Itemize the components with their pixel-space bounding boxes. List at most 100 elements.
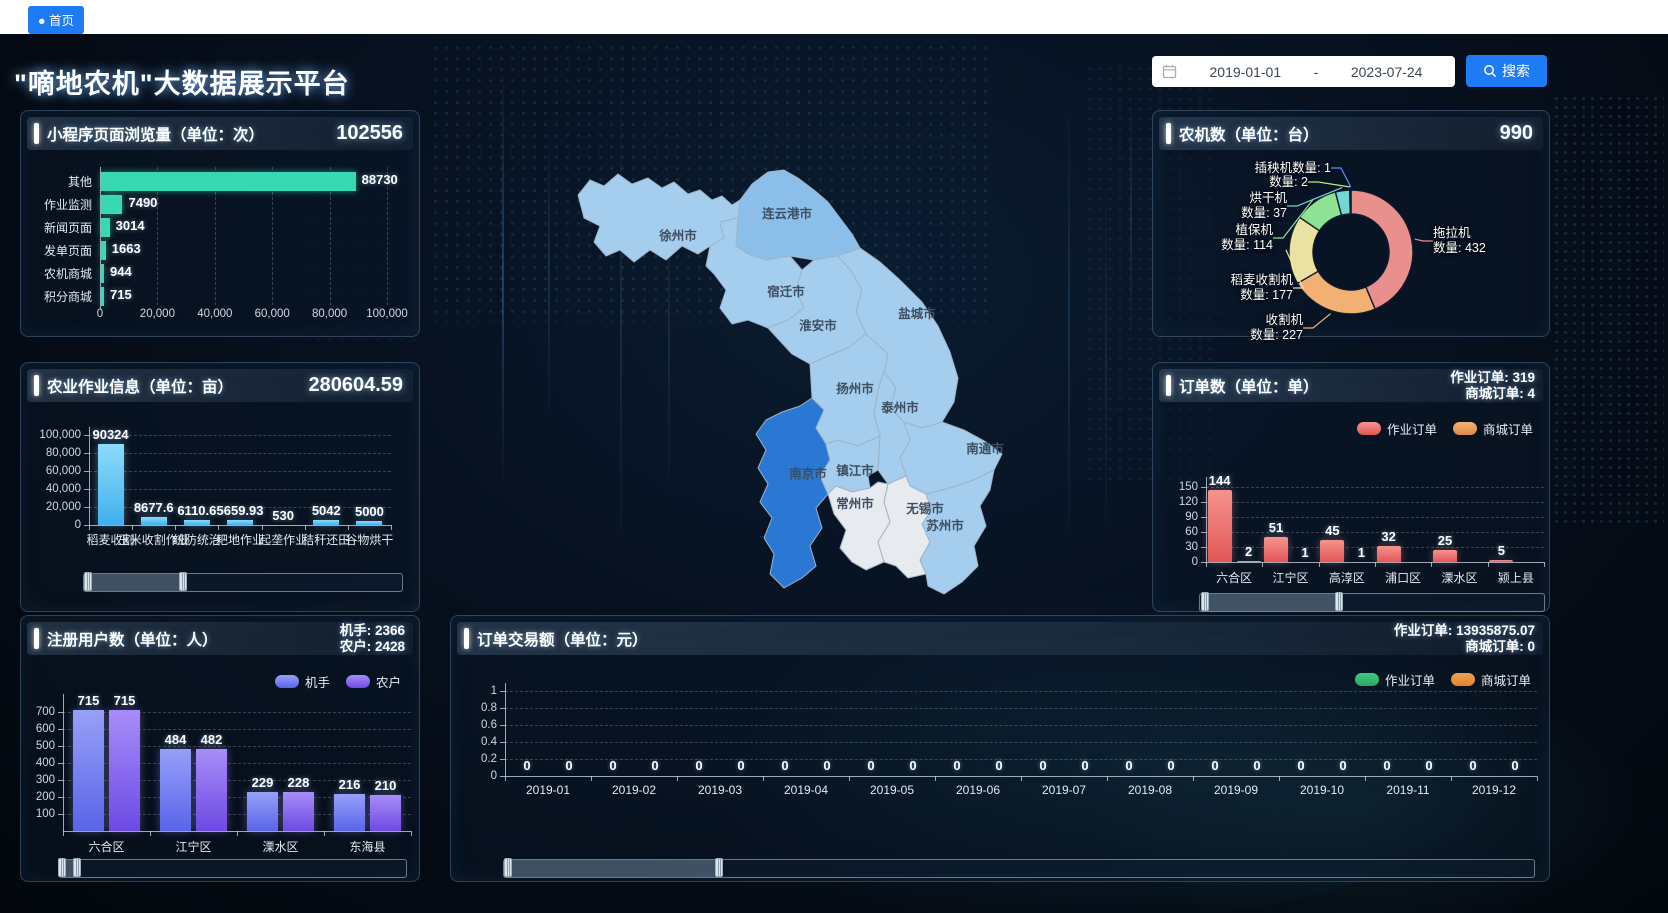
y-axis-tick: 0 (447, 770, 497, 782)
x-axis-tickmark (1107, 776, 1108, 781)
category-label: 六合区 (88, 838, 124, 855)
legend-swatch (1355, 673, 1379, 686)
category-label: 颍上县 (1498, 569, 1534, 586)
panel-orders: 订单数（单位：单） 作业订单: 319 商城订单: 4 030609012015… (1152, 362, 1550, 612)
bar-其他[interactable] (101, 172, 356, 191)
datazoom-handle-right[interactable] (179, 572, 187, 591)
search-icon (1483, 64, 1497, 78)
map-label-南京市: 南京市 (789, 466, 827, 481)
bar-农机商城[interactable] (101, 264, 104, 283)
bar--稻麦收割[interactable] (98, 444, 124, 525)
datazoom-handle-left[interactable] (58, 858, 66, 877)
x-axis-tick: 80,000 (302, 308, 358, 320)
value-label: 0 (953, 758, 960, 773)
x-axis-tickmark (849, 776, 850, 781)
category-label: 谷物烘干 (345, 531, 393, 548)
bar-机手-江宁区[interactable] (160, 749, 191, 831)
y-axis-tick: 20,000 (31, 501, 81, 513)
datazoom-selection[interactable] (1205, 594, 1339, 611)
datazoom-handle-right[interactable] (73, 858, 81, 877)
x-axis-tickmark (89, 525, 90, 530)
bar-发单页面[interactable] (101, 241, 106, 260)
category-label: 浦口区 (1385, 569, 1421, 586)
datazoom-handle-left[interactable] (504, 858, 512, 877)
x-axis-tick: 0 (72, 308, 128, 320)
header-accent-bar (34, 628, 39, 649)
value-label: 5042 (312, 503, 341, 518)
datazoom-slider[interactable] (59, 859, 407, 878)
bar--谷物烘干[interactable] (356, 521, 382, 526)
pie-slice-收割机[interactable] (1298, 271, 1376, 314)
bar-农户-溧水区[interactable] (283, 792, 314, 831)
bar-商城订单-六合区[interactable] (1237, 561, 1261, 562)
map-label-苏州市: 苏州市 (926, 518, 964, 533)
map-label-泰州市: 泰州市 (880, 400, 919, 415)
datazoom-slider[interactable] (503, 859, 1535, 878)
legend-item-农户[interactable]: 农户 (346, 672, 401, 691)
date-start-value[interactable]: 2019-01-01 (1177, 64, 1314, 80)
bar-作业监测[interactable] (101, 195, 122, 214)
chart-legend: 机手农户 (275, 672, 401, 691)
bar-作业订单-江宁区[interactable] (1264, 537, 1288, 562)
datazoom-slider[interactable] (83, 573, 403, 592)
bar-农户-江宁区[interactable] (196, 749, 227, 831)
bar--玉米收割作业[interactable] (141, 517, 167, 525)
y-gridline (89, 471, 391, 472)
date-range-picker[interactable]: 2019-01-01 - 2023-07-24 (1152, 56, 1455, 87)
y-axis-tick: 40,000 (31, 483, 81, 495)
header-accent-bar (464, 628, 469, 649)
value-label: 5000 (355, 504, 384, 519)
bar-新闻页面[interactable] (101, 218, 110, 237)
category-label: 2019-11 (1386, 783, 1429, 797)
bar-作业订单-浦口区[interactable] (1377, 546, 1401, 562)
bar-作业订单-溧水区[interactable] (1433, 550, 1457, 562)
bar-农户-东海县[interactable] (370, 795, 401, 831)
legend-item-商城订单[interactable]: 商城订单 (1451, 670, 1531, 689)
home-tab[interactable]: ● 首页 (28, 6, 84, 34)
legend-item-作业订单[interactable]: 作业订单 (1355, 670, 1435, 689)
datazoom-handle-left[interactable] (1201, 592, 1209, 611)
bar--统防统治[interactable] (184, 520, 210, 525)
pie-label-line-text: 植保机 (1133, 223, 1273, 238)
category-label: 高淳区 (1329, 569, 1365, 586)
bar-机手-东海县[interactable] (334, 794, 365, 831)
datazoom-selection[interactable] (508, 860, 719, 877)
datazoom-selection[interactable] (88, 574, 183, 591)
bar-机手-六合区[interactable] (73, 710, 104, 831)
category-label: 新闻页面 (29, 219, 92, 236)
legend-item-作业订单[interactable]: 作业订单 (1357, 419, 1437, 438)
datazoom-handle-left[interactable] (84, 572, 92, 591)
pie-label-烘干机: 烘干机数量: 37 (1147, 191, 1287, 221)
map-label-扬州市: 扬州市 (836, 381, 874, 396)
x-axis-tickmark (1262, 562, 1263, 567)
datazoom-handle-right[interactable] (1335, 592, 1343, 611)
map-region-常州市[interactable] (828, 482, 890, 570)
bar-作业订单-六合区[interactable] (1208, 490, 1232, 562)
datazoom-slider[interactable] (1199, 593, 1545, 612)
bar-农户-六合区[interactable] (109, 710, 140, 831)
bar-作业订单-高淳区[interactable] (1320, 540, 1344, 562)
bar--耙地作业[interactable] (227, 520, 253, 525)
legend-item-机手[interactable]: 机手 (275, 672, 330, 691)
y-axis-tick: 300 (5, 774, 55, 786)
map-label-镇江市: 镇江市 (836, 463, 874, 478)
bar--秸秆还田[interactable] (313, 520, 339, 525)
bar-积分商城[interactable] (101, 287, 104, 306)
pie-label-line-text: 拖拉机 (1433, 226, 1573, 241)
farm-work-total: 280604.59 (308, 374, 413, 397)
bar-作业订单-颍上县[interactable] (1489, 560, 1513, 562)
panel-users: 注册用户数（单位：人） 机手: 2366 农户: 2428 1002003004… (20, 615, 420, 882)
value-label: 715 (78, 693, 100, 708)
jiangsu-province-map: 徐州市连云港市宿迁市淮安市盐城市扬州市泰州市南通市南京市镇江市常州市无锡市苏州市 (570, 150, 1040, 610)
value-label: 0 (1339, 758, 1346, 773)
legend-item-商城订单[interactable]: 商城订单 (1453, 419, 1533, 438)
date-end-value[interactable]: 2023-07-24 (1318, 64, 1455, 80)
category-label: 六合区 (1216, 569, 1252, 586)
search-button[interactable]: 搜索 (1466, 55, 1547, 87)
legend-swatch (1451, 673, 1475, 686)
y-axis-tick: 30 (1148, 541, 1198, 553)
bar-机手-溧水区[interactable] (247, 792, 278, 831)
x-axis-tick: 60,000 (244, 308, 300, 320)
panel-amount: 订单交易额（单位：元） 作业订单: 13935875.07 商城订单: 0 00… (450, 615, 1550, 882)
datazoom-handle-right[interactable] (715, 858, 723, 877)
